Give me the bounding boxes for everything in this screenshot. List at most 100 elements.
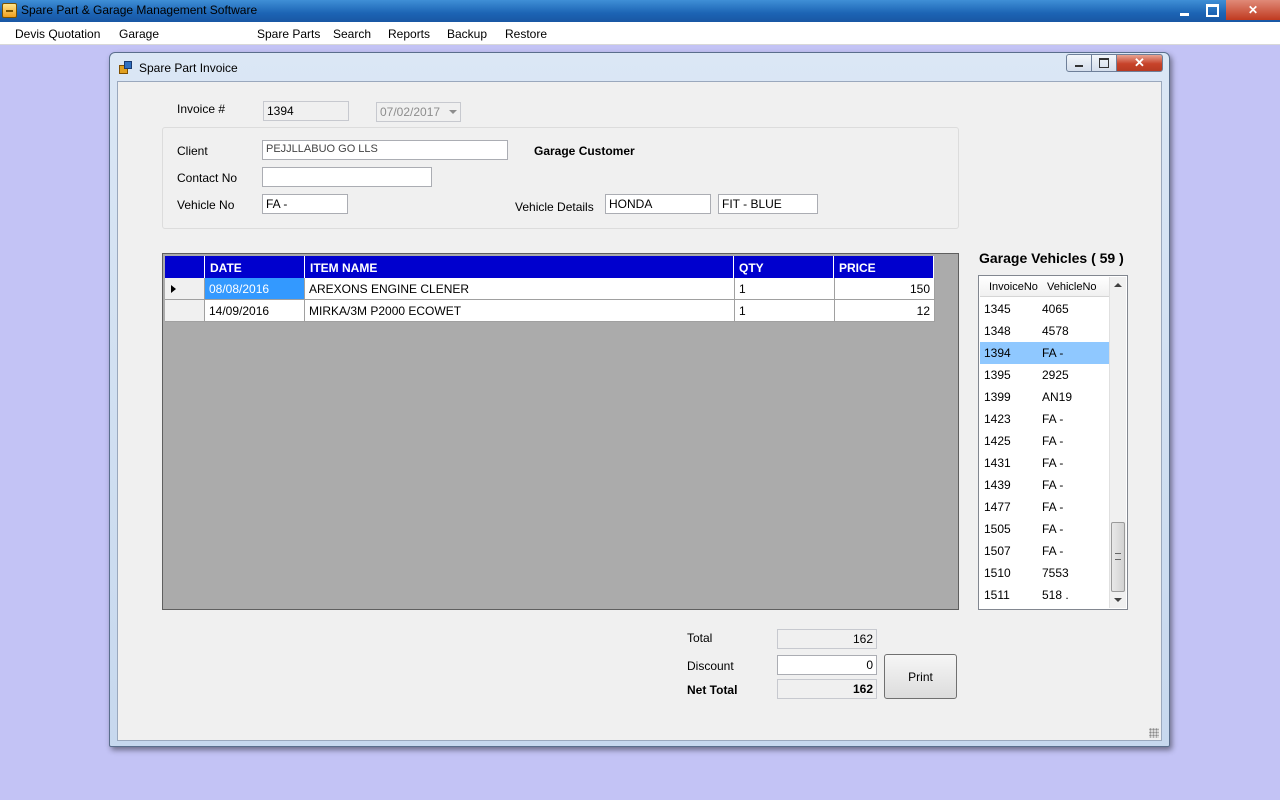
cell-price[interactable]: 150	[835, 278, 935, 300]
list-item[interactable]: 1395 2925	[980, 364, 1110, 386]
list-item-invoice: 1505	[984, 522, 1011, 536]
list-item-invoice: 1510	[984, 566, 1011, 580]
child-restore-icon[interactable]	[1092, 54, 1117, 72]
vehicle-no-label: Vehicle No	[177, 198, 235, 212]
list-item[interactable]: 1510 7553	[980, 562, 1110, 584]
app-icon	[2, 3, 17, 18]
list-item-vehicle: FA -	[1042, 412, 1064, 426]
list-item-invoice: 1399	[984, 390, 1011, 404]
list-item-vehicle: 4578	[1042, 324, 1069, 338]
column-header-price[interactable]: PRICE	[834, 256, 934, 278]
list-item-vehicle: 4065	[1042, 302, 1069, 316]
list-item-vehicle: AN19	[1042, 390, 1073, 404]
vehicles-list-header: InvoiceNo VehicleNo	[980, 277, 1110, 297]
list-item-invoice: 1395	[984, 368, 1011, 382]
column-header-item-name[interactable]: ITEM NAME	[305, 256, 734, 278]
cell-price[interactable]: 12	[835, 300, 935, 322]
menu-search[interactable]: Search	[333, 27, 371, 41]
column-header-qty[interactable]: QTY	[734, 256, 834, 278]
vehicle-model-field[interactable]: FIT - BLUE	[718, 194, 818, 214]
minimize-icon[interactable]	[1170, 0, 1198, 20]
list-item[interactable]: 1511 518 .	[980, 584, 1110, 606]
invoice-date-picker[interactable]: 07/02/2017	[376, 102, 461, 122]
close-icon[interactable]: ✕	[1226, 0, 1280, 20]
column-header-date[interactable]: DATE	[205, 256, 305, 278]
row-header[interactable]	[165, 300, 205, 322]
grid-corner	[165, 256, 205, 278]
invoice-window-title: Spare Part Invoice	[139, 61, 238, 75]
menu-bar: Devis Quotation Garage Spare Parts Searc…	[0, 22, 1280, 45]
list-item[interactable]: 1394 FA -	[980, 342, 1110, 364]
cell-item-name[interactable]: MIRKA/3M P2000 ECOWET	[305, 300, 735, 322]
scroll-thumb[interactable]	[1111, 522, 1125, 592]
cell-item-name[interactable]: AREXONS ENGINE CLENER	[305, 278, 735, 300]
list-item[interactable]: 1431 FA -	[980, 452, 1110, 474]
list-item-invoice: 1425	[984, 434, 1011, 448]
list-item-invoice: 1348	[984, 324, 1011, 338]
maximize-icon[interactable]	[1198, 0, 1226, 20]
list-item-vehicle: FA -	[1042, 478, 1064, 492]
list-item[interactable]: 1399 AN19	[980, 386, 1110, 408]
list-item[interactable]: 1425 FA -	[980, 430, 1110, 452]
items-grid[interactable]: DATE ITEM NAME QTY PRICE 08/08/2016 AREX…	[162, 253, 959, 610]
garage-vehicles-list[interactable]: InvoiceNo VehicleNo 1345 4065 1348 4578 13…	[978, 275, 1128, 610]
contact-field[interactable]	[262, 167, 432, 187]
net-total-field[interactable]: 162	[777, 679, 877, 699]
scroll-down-icon[interactable]	[1114, 598, 1122, 602]
column-header-invoice-no[interactable]: InvoiceNo	[989, 281, 1038, 293]
child-close-icon[interactable]: ✕	[1117, 54, 1163, 72]
window-controls: ✕	[1170, 0, 1280, 20]
list-item-vehicle: FA -	[1042, 346, 1064, 360]
list-item-invoice: 1345	[984, 302, 1011, 316]
client-field[interactable]: PEJJLLABUO GO LLS	[262, 140, 508, 160]
list-item-invoice: 1511	[984, 588, 1010, 602]
total-field[interactable]: 162	[777, 629, 877, 649]
list-item[interactable]: 1345 4065	[980, 298, 1110, 320]
list-item-invoice: 1431	[984, 456, 1011, 470]
vehicles-scrollbar[interactable]	[1109, 277, 1126, 608]
child-minimize-icon[interactable]	[1066, 54, 1092, 72]
cell-qty[interactable]: 1	[735, 300, 835, 322]
menu-spare-parts[interactable]: Spare Parts	[257, 27, 320, 41]
menu-restore[interactable]: Restore	[505, 27, 547, 41]
print-button[interactable]: Print	[884, 654, 957, 699]
list-item[interactable]: 1439 FA -	[980, 474, 1110, 496]
net-total-label: Net Total	[687, 683, 738, 697]
window-icon	[119, 61, 132, 74]
list-item[interactable]: 1348 4578	[980, 320, 1110, 342]
list-item[interactable]: 1477 FA -	[980, 496, 1110, 518]
menu-reports[interactable]: Reports	[388, 27, 430, 41]
column-header-vehicle-no[interactable]: VehicleNo	[1047, 281, 1097, 293]
list-item[interactable]: 1505 FA -	[980, 518, 1110, 540]
garage-vehicles-title: Garage Vehicles ( 59 )	[979, 250, 1124, 266]
cell-date[interactable]: 08/08/2016	[205, 278, 305, 300]
invoice-number-field[interactable]: 1394	[263, 101, 349, 121]
list-item-vehicle: 518 .	[1042, 588, 1069, 602]
list-item-invoice: 1507	[984, 544, 1011, 558]
vehicle-details-label: Vehicle Details	[515, 200, 594, 214]
vehicle-no-field[interactable]: FA -	[262, 194, 348, 214]
menu-devis-quotation[interactable]: Devis Quotation	[15, 27, 100, 41]
list-item-invoice: 1423	[984, 412, 1011, 426]
menu-backup[interactable]: Backup	[447, 27, 487, 41]
discount-field[interactable]: 0	[777, 655, 877, 675]
list-item[interactable]: 1507 FA -	[980, 540, 1110, 562]
discount-label: Discount	[687, 659, 734, 673]
menu-garage[interactable]: Garage	[119, 27, 159, 41]
invoice-number-label: Invoice #	[177, 102, 226, 116]
list-item-vehicle: FA -	[1042, 500, 1064, 514]
scroll-up-icon[interactable]	[1114, 283, 1122, 287]
list-item[interactable]: 1423 FA -	[980, 408, 1110, 430]
resize-grip-icon[interactable]	[1149, 728, 1159, 738]
list-item-vehicle: 2925	[1042, 368, 1069, 382]
contact-label: Contact No	[177, 171, 238, 185]
list-item-invoice: 1394	[984, 346, 1011, 360]
vehicle-make-field[interactable]: HONDA	[605, 194, 711, 214]
row-header[interactable]	[165, 278, 205, 300]
list-item-vehicle: FA -	[1042, 544, 1064, 558]
cell-date[interactable]: 14/09/2016	[205, 300, 305, 322]
child-window-controls: ✕	[1066, 54, 1163, 72]
cell-qty[interactable]: 1	[735, 278, 835, 300]
client-label: Client	[177, 144, 208, 158]
list-item-invoice: 1477	[984, 500, 1011, 514]
